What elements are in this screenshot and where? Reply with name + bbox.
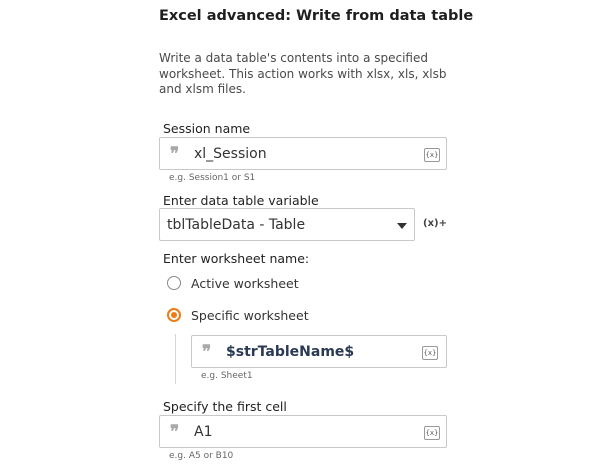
radio-checked-icon [167, 308, 181, 322]
radio-specific-worksheet[interactable]: Specific worksheet [167, 308, 367, 326]
insert-variable-icon[interactable]: {x} [422, 346, 438, 360]
chevron-down-icon [397, 223, 407, 229]
first-cell-value: A1 [194, 424, 213, 440]
radio-specific-worksheet-label: Specific worksheet [191, 308, 309, 323]
worksheet-name-hint: e.g. Sheet1 [201, 371, 253, 381]
session-name-value: xl_Session [194, 146, 267, 162]
insert-variable-plus-icon[interactable]: (x)+ [423, 218, 447, 229]
session-name-input[interactable]: ❞ xl_Session {x} [159, 137, 447, 170]
panel-description: Write a data table's contents into a spe… [159, 51, 447, 96]
session-name-hint: e.g. Session1 or S1 [169, 173, 256, 183]
radio-unchecked-icon [167, 276, 181, 290]
insert-variable-icon[interactable]: {x} [424, 426, 440, 440]
radio-dot [171, 312, 177, 318]
worksheet-name-input[interactable]: ❞ $strTableName$ {x} [191, 335, 447, 368]
radio-active-worksheet-label: Active worksheet [191, 276, 299, 291]
insert-variable-icon[interactable]: {x} [424, 148, 440, 162]
first-cell-label: Specify the first cell [163, 399, 287, 414]
first-cell-hint: e.g. A5 or B10 [169, 451, 234, 461]
worksheet-name-value: $strTableName$ [226, 344, 355, 360]
text-quote-icon: ❞ [170, 144, 179, 164]
first-cell-input[interactable]: ❞ A1 {x} [159, 415, 447, 448]
datatable-variable-select[interactable]: tblTableData - Table [159, 208, 415, 241]
worksheet-name-label: Enter worksheet name: [163, 251, 310, 266]
session-name-label: Session name [163, 121, 251, 136]
panel-title: Excel advanced: Write from data table [159, 8, 474, 24]
datatable-variable-value: tblTableData - Table [167, 217, 306, 233]
indent-guide [175, 334, 176, 384]
text-quote-icon: ❞ [202, 342, 211, 362]
radio-active-worksheet[interactable]: Active worksheet [167, 276, 367, 294]
text-quote-icon: ❞ [170, 422, 179, 442]
datatable-variable-label: Enter data table variable [163, 193, 319, 208]
